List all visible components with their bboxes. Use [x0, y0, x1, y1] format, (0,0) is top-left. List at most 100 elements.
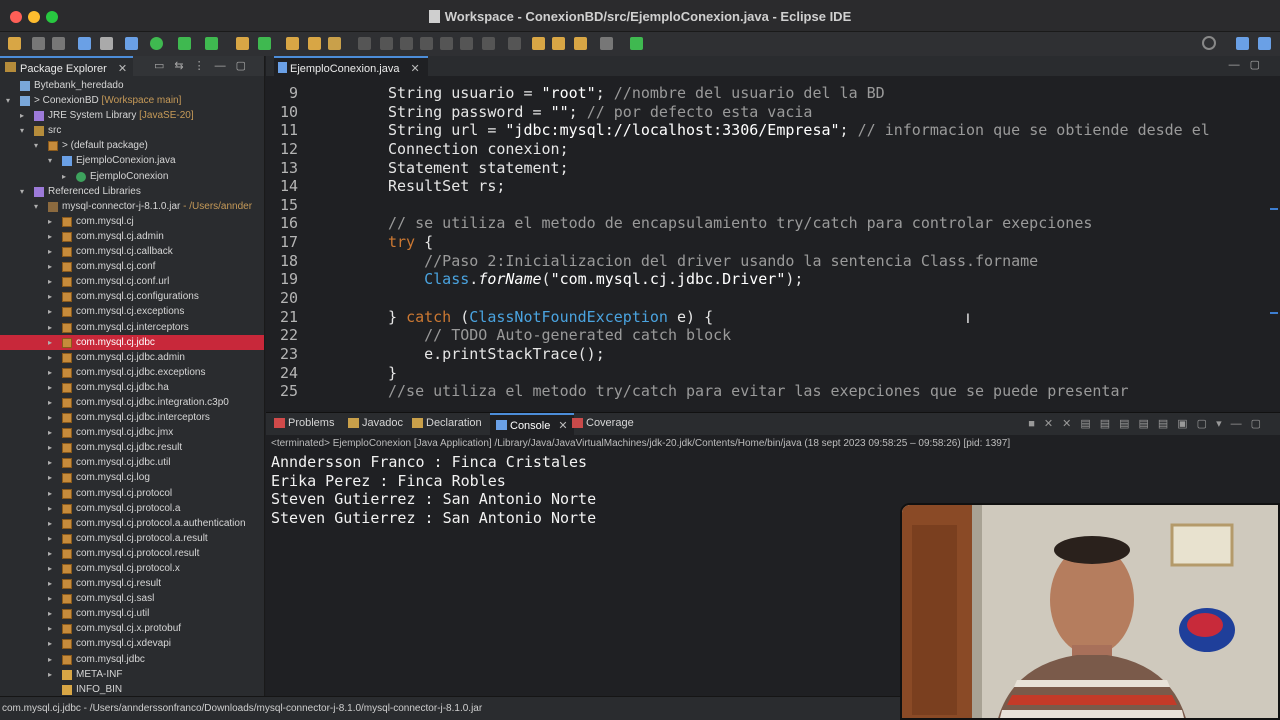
open-task-icon[interactable] — [308, 37, 321, 50]
chevron-right-icon[interactable]: ▸ — [48, 304, 58, 319]
code-line[interactable]: 16 // se utiliza el metodo de encapsulami… — [266, 214, 1266, 233]
chevron-right-icon[interactable]: ▸ — [48, 591, 58, 606]
tree-item[interactable]: ▸ META-INF — [0, 667, 264, 682]
java-perspective-icon[interactable] — [1258, 37, 1271, 50]
tree-item[interactable]: ▾ > (default package) — [0, 138, 264, 153]
chevron-right-icon[interactable]: ▸ — [48, 561, 58, 576]
tree-item[interactable]: ▸ com.mysql.cj.conf — [0, 259, 264, 274]
save-all-icon[interactable] — [52, 37, 65, 50]
tree-item[interactable]: ▸ com.mysql.cj.protocol — [0, 486, 264, 501]
save-icon[interactable] — [32, 37, 45, 50]
chevron-down-icon[interactable]: ▾ — [20, 184, 30, 199]
chevron-right-icon[interactable]: ▸ — [48, 259, 58, 274]
perspective-icon[interactable] — [1236, 37, 1249, 50]
tree-item[interactable]: ▸ com.mysql.cj.jdbc — [0, 334, 264, 350]
tree-item[interactable]: ▸ com.mysql.cj.interceptors — [0, 320, 264, 335]
skip-breakpoints-icon[interactable] — [100, 37, 113, 50]
chevron-right-icon[interactable]: ▸ — [48, 652, 58, 667]
tab-ejemploconexion-java[interactable]: EjemploConexion.java ✕ — [274, 56, 428, 76]
chevron-right-icon[interactable]: ▸ — [48, 350, 58, 365]
tree-item[interactable]: ▸ com.mysql.cj.sasl — [0, 591, 264, 606]
chevron-right-icon[interactable]: ▸ — [48, 636, 58, 651]
chevron-right-icon[interactable]: ▸ — [48, 501, 58, 516]
code-line[interactable]: 22 // TODO Auto-generated catch block — [266, 326, 1266, 345]
chevron-right-icon[interactable]: ▸ — [48, 410, 58, 425]
tree-item[interactable]: ▾ Referenced Libraries — [0, 184, 264, 199]
code-line[interactable]: 25 //se utiliza el metodo try/catch para … — [266, 382, 1266, 401]
code-line[interactable]: 14 ResultSet rs; — [266, 177, 1266, 196]
tree-item[interactable]: ▸ com.mysql.cj.log — [0, 470, 264, 485]
next-annotation-icon[interactable] — [482, 37, 495, 50]
chevron-right-icon[interactable]: ▸ — [48, 214, 58, 229]
new-icon[interactable] — [8, 37, 21, 50]
code-editor[interactable]: EjemploConexion.java ✕ —▢ 9 String usuari… — [266, 56, 1280, 410]
tree-item[interactable]: ▸ com.mysql.cj.util — [0, 606, 264, 621]
close-icon[interactable]: ✕ — [118, 63, 127, 75]
tab-package-explorer[interactable]: Package Explorer ✕ — [0, 56, 134, 76]
last-edit-icon[interactable] — [532, 37, 545, 50]
chevron-down-icon[interactable]: ▾ — [34, 138, 44, 153]
tree-item[interactable]: ▸ com.mysql.cj.jdbc.util — [0, 455, 264, 470]
chevron-right-icon[interactable]: ▸ — [48, 455, 58, 470]
pilcrow-icon[interactable] — [460, 37, 473, 50]
code-line[interactable]: 19 Class.forName("com.mysql.cj.jdbc.Driv… — [266, 270, 1266, 289]
tree-item[interactable]: ▸ com.mysql.cj.x.protobuf — [0, 621, 264, 636]
code-line[interactable]: 13 Statement statement; — [266, 159, 1266, 178]
tree-item[interactable]: ▸ com.mysql.cj.protocol.a.result — [0, 531, 264, 546]
terminal-icon[interactable] — [78, 37, 91, 50]
chevron-right-icon[interactable]: ▸ — [48, 274, 58, 289]
tree-item[interactable]: ▾ > ConexionBD [Workspace main] — [0, 93, 264, 108]
toggle-mark-icon[interactable] — [380, 37, 393, 50]
chevron-right-icon[interactable]: ▸ — [48, 229, 58, 244]
chevron-right-icon[interactable]: ▸ — [48, 621, 58, 636]
word-wrap-icon[interactable] — [400, 37, 413, 50]
chevron-right-icon[interactable]: ▸ — [48, 486, 58, 501]
tree-item[interactable]: ▾ EjemploConexion.java — [0, 153, 264, 168]
tree-item[interactable]: ▸ com.mysql.cj.protocol.a.authentication — [0, 516, 264, 531]
tree-item[interactable]: ▸ com.mysql.cj.protocol.x — [0, 561, 264, 576]
overview-marker[interactable] — [1270, 208, 1278, 210]
whitespace-icon[interactable] — [440, 37, 453, 50]
code-line[interactable]: 24} — [266, 364, 1266, 383]
code-area[interactable]: 9 String usuario = "root"; //nombre del u… — [266, 84, 1266, 401]
tree-item[interactable]: ▸ com.mysql.cj.jdbc.admin — [0, 350, 264, 365]
tree-item[interactable]: ▸ EjemploConexion — [0, 169, 264, 184]
editor-window-controls[interactable]: —▢ — [1229, 58, 1270, 71]
close-icon[interactable]: ✕ — [558, 420, 567, 432]
tree-item[interactable]: ▸ com.mysql.jdbc — [0, 652, 264, 667]
pin-editor-icon[interactable] — [630, 37, 643, 50]
code-line[interactable]: 10 String password = ""; // por defecto e… — [266, 103, 1266, 122]
tree-item[interactable]: ▸ JRE System Library [JavaSE-20] — [0, 108, 264, 123]
chevron-right-icon[interactable]: ▸ — [48, 320, 58, 335]
tab-problems[interactable]: Problems — [272, 417, 334, 429]
tab-declaration[interactable]: Declaration — [410, 417, 482, 429]
code-line[interactable]: 23 e.printStackTrace(); — [266, 345, 1266, 364]
tree-item[interactable]: ▸ com.mysql.cj.result — [0, 576, 264, 591]
chevron-right-icon[interactable]: ▸ — [48, 440, 58, 455]
tab-coverage[interactable]: Coverage — [570, 417, 634, 429]
overview-marker[interactable] — [1270, 312, 1278, 314]
chevron-right-icon[interactable]: ▸ — [48, 546, 58, 561]
chevron-down-icon[interactable]: ▾ — [48, 153, 58, 168]
chevron-right-icon[interactable]: ▸ — [62, 169, 72, 184]
chevron-down-icon[interactable]: ▾ — [6, 93, 16, 108]
tree-item[interactable]: ▸ com.mysql.cj.xdevapi — [0, 636, 264, 651]
chevron-right-icon[interactable]: ▸ — [48, 425, 58, 440]
tree-item[interactable]: ▸ com.mysql.cj.exceptions — [0, 304, 264, 319]
chevron-right-icon[interactable]: ▸ — [48, 244, 58, 259]
chevron-right-icon[interactable]: ▸ — [48, 380, 58, 395]
tree-item[interactable]: ▸ com.mysql.cj.jdbc.ha — [0, 380, 264, 395]
chevron-right-icon[interactable]: ▸ — [48, 516, 58, 531]
external-tools-icon[interactable] — [205, 37, 218, 50]
chevron-down-icon[interactable]: ▾ — [34, 199, 44, 214]
tree-item[interactable]: ▸ com.mysql.cj — [0, 214, 264, 229]
tree-item[interactable]: ▸ com.mysql.cj.jdbc.interceptors — [0, 410, 264, 425]
code-line[interactable]: 17 try { — [266, 233, 1266, 252]
tree-item[interactable]: ▸ com.mysql.cj.configurations — [0, 289, 264, 304]
chevron-right-icon[interactable]: ▸ — [48, 395, 58, 410]
tree-item[interactable]: ▾ src — [0, 123, 264, 138]
new-java-project-icon[interactable] — [236, 37, 249, 50]
code-line[interactable]: 18 //Paso 2:Inicializacion del driver us… — [266, 252, 1266, 271]
chevron-right-icon[interactable]: ▸ — [48, 289, 58, 304]
console-toolbar[interactable]: ■✕✕▤▤▤▤▤▣▢▾—▢ — [1028, 417, 1270, 430]
